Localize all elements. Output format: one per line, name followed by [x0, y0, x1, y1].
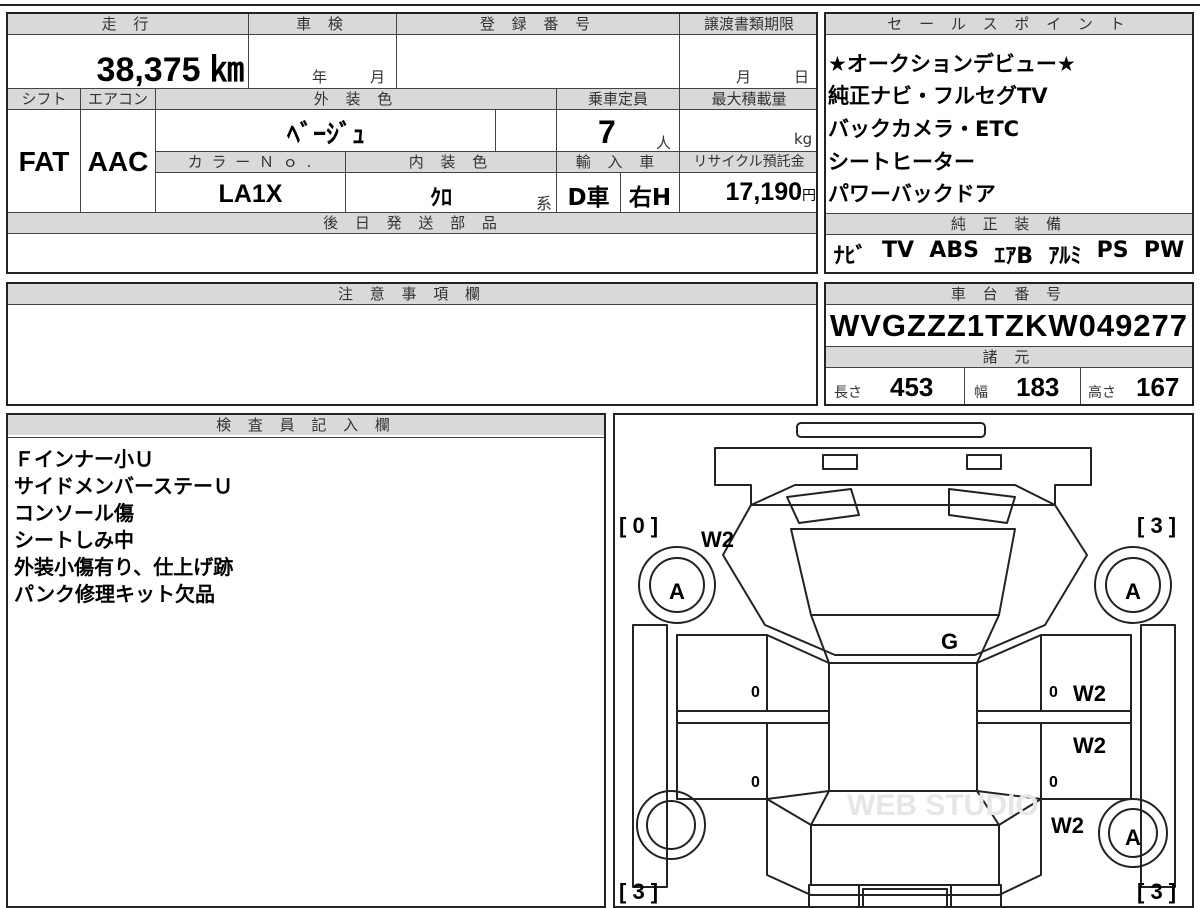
inspector-note: 外装小傷有り、仕上げ跡	[14, 555, 234, 579]
mark-w2-front-left: W2	[701, 527, 734, 552]
mileage-unit: ㎞	[210, 51, 244, 89]
inspection-header: 車 検	[249, 14, 396, 34]
specs-header: 諸 元	[826, 347, 1192, 367]
top-strip	[0, 0, 1200, 6]
color-no-value: LA1X	[218, 180, 283, 208]
registration-header: 登 録 番 号	[397, 14, 679, 34]
chassis-panel: 車 台 番 号 WVGZZZ1TZKW049277 諸 元 長さ 453 幅 1…	[824, 282, 1194, 406]
color-no-header: カ ラ ー Ｎ ｏ .	[156, 152, 345, 172]
sales-point-item: シートヒーター	[828, 150, 975, 174]
width-value: 183	[1016, 372, 1060, 402]
equipment-item: PW	[1143, 238, 1185, 263]
equipment-item: PS	[1096, 238, 1129, 263]
equipment-item: ﾅﾋﾞ	[833, 244, 867, 269]
mark-a-front-left: A	[669, 579, 685, 604]
car-diagram: [ 0 ] [ 3 ] [ 3 ] [ 3 ] W2 A A G 0 0 W2 …	[619, 422, 1176, 906]
shift-header: シフト	[8, 89, 80, 109]
aircon-header: エアコン	[81, 89, 155, 109]
equipment-list: ﾅﾋﾞ TV ABS ｴｱB ｱﾙﾐ PS PW	[826, 238, 1192, 270]
recycle-fee-header: リサイクル預託金	[680, 152, 816, 172]
sales-point-item: バックカメラ・ETC	[828, 117, 1020, 141]
inspector-header: 検 査 員 記 入 欄	[8, 415, 604, 435]
equipment-item: ｴｱB	[994, 244, 1034, 269]
inspection-year: 年	[312, 68, 328, 86]
sales-point-item: パワーバックドア	[828, 182, 996, 206]
width-label: 幅	[974, 385, 988, 401]
length-value: 453	[890, 372, 934, 402]
deadline-day: 日	[794, 68, 810, 86]
capacity-header: 乗車定員	[557, 89, 679, 109]
mark-zero-left-2: 0	[751, 774, 760, 791]
import-handle: 右H	[628, 185, 672, 211]
inspector-notes-panel: 検 査 員 記 入 欄 Ｆインナー小Ｕ サイドメンバーステーＵ コンソール傷 シ…	[6, 413, 606, 908]
mileage-number: 38,375	[96, 51, 201, 89]
sales-point-item: 純正ナビ・フルセグTV	[828, 84, 1048, 108]
aircon-value: AAC	[87, 146, 149, 177]
later-parts-header: 後 日 発 送 部 品	[8, 213, 816, 233]
recycle-fee-value: 17,190円	[680, 178, 816, 207]
mileage-value: 38,375 ㎞	[8, 42, 244, 91]
equipment-item: TV	[881, 238, 914, 263]
tire-rear-right: [ 3 ]	[1137, 879, 1176, 904]
sales-points-panel: セ ー ル ス ポ イ ン ト ★オークションデビュー★ 純正ナビ・フルセグTV…	[824, 12, 1194, 274]
mark-w2-door-rear-right: W2	[1073, 733, 1106, 758]
mark-a-front-right: A	[1125, 579, 1141, 604]
caution-panel: 注 意 事 項 欄	[6, 282, 818, 406]
chassis-number: WVGZZZ1TZKW049277	[829, 308, 1189, 343]
sales-point-item: ★オークションデビュー★	[828, 52, 1076, 76]
import-dealer: D車	[567, 185, 610, 211]
mark-a-rear-right: A	[1125, 825, 1141, 850]
import-header: 輸 入 車	[557, 152, 679, 172]
equipment-item: ｱﾙﾐ	[1048, 244, 1082, 269]
interior-color-value: ｸﾛ	[429, 186, 452, 211]
interior-color-suffix: 系	[536, 194, 553, 213]
height-value: 167	[1136, 372, 1180, 402]
mark-zero-right-2: 0	[1049, 774, 1058, 791]
recycle-fee-number: 17,190	[725, 178, 802, 206]
length-label: 長さ	[834, 385, 862, 401]
car-diagram-panel: [ 0 ] [ 3 ] [ 3 ] [ 3 ] W2 A A G 0 0 W2 …	[613, 413, 1194, 908]
mark-zero-left-1: 0	[751, 684, 760, 701]
exterior-color-value: ﾍﾞｰｼﾞｭ	[286, 120, 365, 150]
shift-value: FAT	[18, 146, 70, 177]
mileage-header: 走 行	[8, 14, 248, 34]
inspector-note: Ｆインナー小Ｕ	[14, 447, 154, 471]
mark-zero-right-1: 0	[1049, 684, 1058, 701]
equipment-header: 純 正 装 備	[826, 214, 1192, 234]
equipment-item: ABS	[929, 238, 979, 263]
inspector-note: コンソール傷	[14, 501, 134, 525]
recycle-fee-unit: 円	[802, 187, 816, 203]
sales-points-header: セ ー ル ス ポ イ ン ト	[826, 14, 1192, 34]
transfer-deadline-header: 譲渡書類期限	[680, 14, 816, 34]
inspector-note: パンク修理キット欠品	[14, 582, 215, 606]
tire-front-right: [ 3 ]	[1137, 513, 1176, 538]
capacity-value: 7	[598, 114, 616, 150]
inspection-month: 月	[370, 68, 386, 86]
max-load-header: 最大積載量	[680, 89, 816, 109]
exterior-color-header: 外 装 色	[156, 89, 556, 109]
height-label: 高さ	[1088, 385, 1116, 401]
chassis-header: 車 台 番 号	[826, 284, 1192, 304]
mark-w2-rear-right: W2	[1051, 813, 1084, 838]
mark-w2-door-front-right: W2	[1073, 681, 1106, 706]
interior-color-header: 内 装 色	[346, 152, 556, 172]
watermark: WEB STUDIO	[847, 789, 1039, 822]
inspector-note: サイドメンバーステーＵ	[14, 474, 233, 498]
capacity-unit: 人	[656, 134, 672, 152]
vehicle-info-panel: 走 行 車 検 登 録 番 号 譲渡書類期限 38,375 ㎞ 年 月 月 日 …	[6, 12, 818, 274]
inspector-note: シートしみ中	[14, 528, 134, 552]
tire-rear-left: [ 3 ]	[619, 879, 658, 904]
max-load-unit: kg	[794, 130, 813, 148]
deadline-month: 月	[736, 68, 752, 86]
caution-header: 注 意 事 項 欄	[8, 284, 816, 304]
mark-g-windshield: G	[941, 629, 958, 654]
tire-front-left: [ 0 ]	[619, 513, 658, 538]
